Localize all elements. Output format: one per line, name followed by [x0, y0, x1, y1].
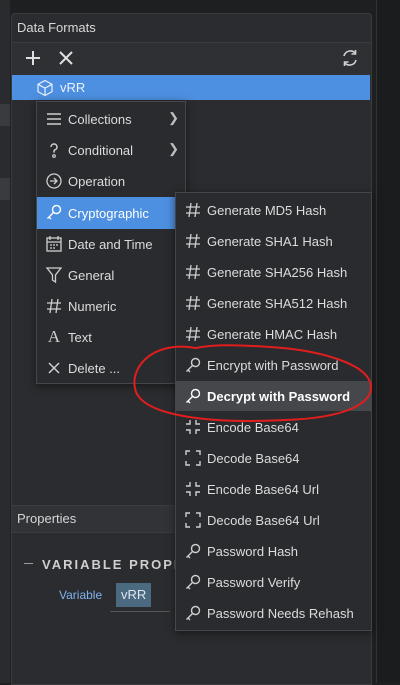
red-annotation-circle — [133, 344, 373, 422]
